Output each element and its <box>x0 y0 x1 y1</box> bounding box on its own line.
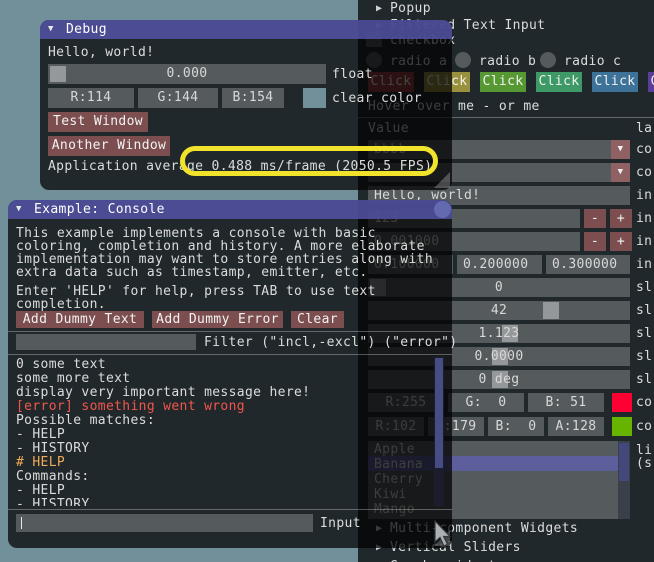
separator <box>8 509 452 510</box>
slider-label: sl <box>636 281 652 294</box>
click-button-4[interactable]: Click <box>536 72 582 92</box>
color-edit-label: co <box>636 396 652 409</box>
add-dummy-text-button[interactable]: Add Dummy Text <box>16 311 144 328</box>
log-line: some more text <box>16 372 130 385</box>
input-float3-label: in <box>636 258 652 271</box>
log-line: - HELP <box>16 428 65 441</box>
another-window-button[interactable]: Another Window <box>48 136 170 156</box>
radio-b-label: radio b <box>479 55 536 68</box>
log-line: 0 some text <box>16 358 106 371</box>
minus-button[interactable]: - <box>584 209 606 228</box>
console-input-label: Input <box>320 517 361 530</box>
close-button[interactable] <box>434 201 451 218</box>
console-window: ▼ Example: Console This example implemen… <box>8 200 452 548</box>
debug-window: ▼ Debug Hello, world! 0.000 float R:114 … <box>40 20 452 190</box>
resize-grip[interactable] <box>434 172 450 188</box>
label-value-label: la <box>636 122 652 135</box>
tree-arrow-icon[interactable]: ▶ <box>376 4 382 14</box>
color-g-value: G: 0 <box>448 393 524 412</box>
log-line: Possible matches: <box>16 414 155 427</box>
clear-color-label: clear color <box>332 92 422 105</box>
mouse-cursor <box>434 520 454 550</box>
plus-button[interactable]: + <box>610 209 632 228</box>
slider-label: sl <box>636 304 652 317</box>
collapse-arrow-icon[interactable]: ▼ <box>48 25 54 34</box>
click-button-5[interactable]: Click <box>592 72 638 92</box>
log-line-command: # HELP <box>16 456 65 469</box>
input-text-label: in <box>636 189 652 202</box>
combo-dropdown-button[interactable]: ▼ <box>611 163 630 182</box>
window-title: Example: Console <box>34 203 165 216</box>
log-line: - HELP <box>16 484 65 497</box>
log-line: Commands: <box>16 470 90 483</box>
color-a-value: A:128 <box>548 417 604 436</box>
log-line-error: [error] something went wrong <box>16 400 245 413</box>
console-input[interactable] <box>16 514 313 532</box>
input-float3-y: 0.200000 <box>463 255 528 274</box>
listbox-label-line2: (s <box>636 457 652 470</box>
float-slider-label: float <box>332 68 373 81</box>
collapse-arrow-icon[interactable]: ▼ <box>16 205 22 214</box>
log-line: - HISTORY <box>16 442 90 455</box>
combo-label: co <box>636 166 652 179</box>
radio-c[interactable] <box>540 52 556 68</box>
float-slider-value: 0.000 <box>48 64 326 84</box>
window-title: Debug <box>66 23 107 36</box>
fps-stats-text: Application average 0.488 ms/frame (2050… <box>48 160 432 173</box>
color-b-value: B: 51 <box>528 393 604 412</box>
click-button-6[interactable]: Click <box>648 72 654 92</box>
clear-color-r-value: R:114 <box>48 88 134 108</box>
color-edit-label: co <box>636 420 652 433</box>
clear-color-b-value: B:154 <box>222 88 284 108</box>
radio-b[interactable] <box>455 52 471 68</box>
separator <box>8 354 452 355</box>
separator <box>8 331 452 332</box>
color-swatch[interactable] <box>612 417 632 436</box>
color-swatch[interactable] <box>612 393 632 412</box>
screen: ▶ Popup ▶ Filtered Text Input checkbox r… <box>0 0 654 562</box>
clear-color-g-value: G:144 <box>138 88 218 108</box>
text-cursor <box>21 517 22 529</box>
filter-input[interactable] <box>16 334 196 350</box>
input-int-label: in <box>636 212 652 225</box>
radio-c-label: radio c <box>564 55 621 68</box>
console-scrollbar-grab[interactable] <box>435 358 443 468</box>
slider-label: sl <box>636 327 652 340</box>
clear-color-swatch[interactable] <box>303 88 326 108</box>
hello-text: Hello, world! <box>48 46 154 59</box>
plus-button[interactable]: + <box>610 232 632 251</box>
minus-button[interactable]: - <box>584 232 606 251</box>
test-window-button[interactable]: Test Window <box>48 112 148 132</box>
combo-label: co <box>636 143 652 156</box>
log-line: - HISTORY <box>16 498 90 506</box>
color-b-value: B: 0 <box>488 417 544 436</box>
log-line: display very important message here! <box>16 386 310 399</box>
input-float3-z: 0.300000 <box>552 255 617 274</box>
help-line: completion. <box>16 298 106 311</box>
input-float-label: in <box>636 235 652 248</box>
clear-button[interactable]: Clear <box>291 311 344 328</box>
listbox-scrollbar-grab[interactable] <box>619 443 629 481</box>
console-log[interactable]: 0 some text some more text display very … <box>16 356 434 506</box>
click-button-3[interactable]: Click <box>480 72 526 92</box>
slider-label: sl <box>636 350 652 363</box>
add-dummy-error-button[interactable]: Add Dummy Error <box>152 311 283 328</box>
slider-label: sl <box>636 373 652 386</box>
filter-label: Filter ("incl,-excl") ("error") <box>204 336 457 349</box>
tree-node-popup[interactable]: Popup <box>390 2 431 15</box>
combo-dropdown-button[interactable]: ▼ <box>611 140 630 159</box>
intro-line: extra data such as timestamp, emitter, e… <box>16 266 368 279</box>
